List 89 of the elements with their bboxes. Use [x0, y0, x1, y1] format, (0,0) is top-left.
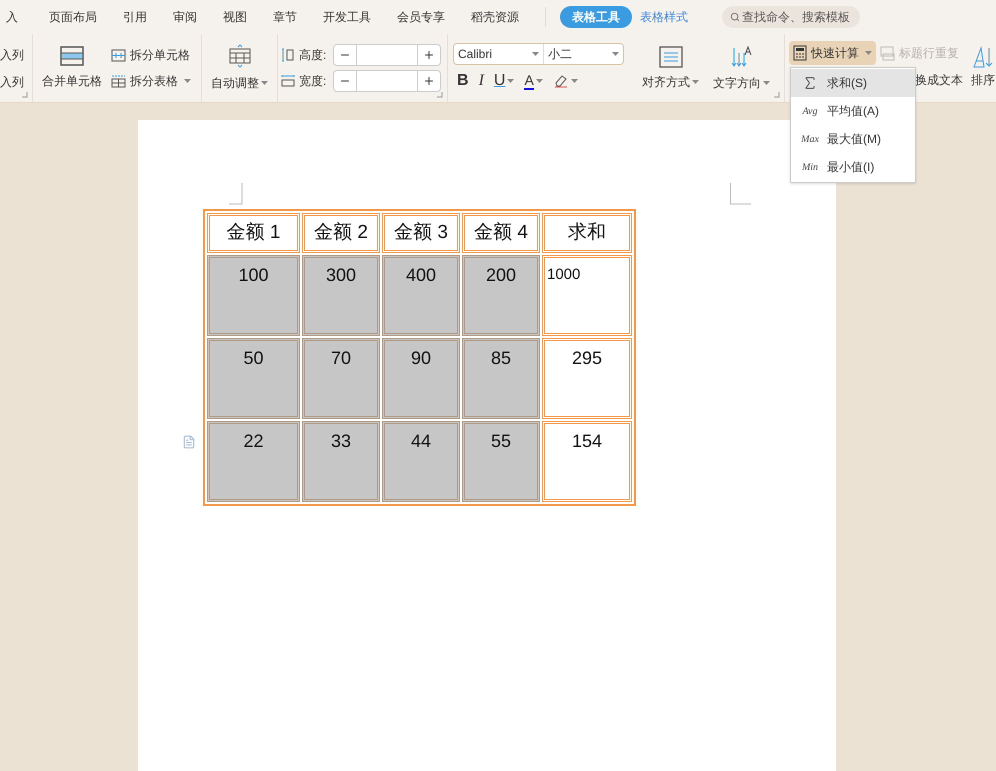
menu-tab[interactable]: 开发工具	[315, 8, 379, 26]
align-icon	[658, 46, 682, 68]
dialog-launcher-icon[interactable]	[774, 92, 780, 98]
margin-corner-mark	[229, 183, 243, 205]
search-field[interactable]: 查找命令、搜索模板	[722, 6, 860, 28]
table-cell: 22	[207, 421, 300, 502]
caret-icon	[536, 79, 543, 83]
dialog-launcher-icon[interactable]	[437, 92, 443, 98]
field-label: 高度:	[299, 47, 328, 64]
table-cell: 300	[302, 255, 380, 336]
table-cell: 154	[542, 421, 632, 502]
header-cell: 金额 2	[302, 213, 380, 253]
menu-tab[interactable]: 页面布局	[41, 8, 105, 26]
caret-icon	[507, 79, 514, 83]
header-cell: 金额 1	[207, 213, 300, 253]
sort-icon	[971, 45, 995, 69]
insert-column-button[interactable]: 入列	[0, 72, 32, 90]
header-cell: 金额 4	[462, 213, 540, 253]
table-cell: 400	[382, 255, 460, 336]
menu-tab[interactable]: 稻壳资源	[463, 8, 527, 26]
calculator-icon	[793, 45, 807, 61]
dialog-launcher-icon[interactable]	[22, 92, 28, 98]
table-cell: 85	[462, 338, 540, 419]
convert-to-text-button[interactable]: 换成文本	[915, 71, 963, 89]
menu-tab[interactable]: 入	[0, 8, 26, 26]
menu-tab[interactable]: 审阅	[165, 8, 205, 26]
text-direction-icon	[730, 44, 754, 68]
insert-column-button[interactable]: 入列	[0, 46, 32, 64]
header-cell: 求和	[542, 213, 632, 253]
caret-icon	[532, 52, 539, 56]
plus-icon	[423, 75, 435, 87]
auto-fit-button[interactable]: 自动调整	[211, 44, 268, 92]
search-icon	[730, 10, 740, 24]
split-table-icon	[111, 74, 126, 88]
table-cell: 55	[462, 421, 540, 502]
split-cells-button[interactable]: 拆分单元格	[111, 46, 191, 64]
caret-icon	[865, 51, 872, 55]
menu-tab[interactable]: 章节	[265, 8, 305, 26]
italic-button[interactable]: I	[478, 69, 484, 93]
quick-calc-button[interactable]: 快速计算	[789, 41, 876, 65]
menu-tab[interactable]: 视图	[215, 8, 255, 26]
height-field[interactable]	[333, 44, 441, 66]
caret-icon	[612, 52, 619, 56]
table-cell: 200	[462, 255, 540, 336]
table-cell: 100	[207, 255, 300, 336]
table-cell: 70	[302, 338, 380, 419]
split-cells-icon	[111, 48, 126, 62]
merge-cells-icon	[60, 46, 84, 66]
plus-icon	[423, 49, 435, 61]
bold-button[interactable]: B	[457, 69, 469, 93]
table-handle-icon[interactable]	[182, 435, 196, 449]
caret-icon	[261, 81, 268, 85]
caret-icon	[570, 79, 578, 83]
sort-button[interactable]: 排序	[971, 45, 995, 89]
margin-corner-mark	[730, 183, 752, 205]
caret-icon	[692, 80, 699, 84]
split-table-button[interactable]: 拆分表格	[111, 72, 191, 90]
caret-icon	[184, 79, 191, 83]
merge-cells-button[interactable]: 合并单元格	[41, 46, 103, 90]
table-cell: 90	[382, 338, 460, 419]
table-cell: 295	[542, 338, 632, 419]
font-name-dropdown[interactable]: Calibri	[454, 44, 544, 64]
font-color-button[interactable]: A	[524, 72, 543, 90]
alignment-button[interactable]: 对齐方式	[642, 46, 699, 90]
height-icon	[281, 48, 295, 62]
field-label: 宽度:	[299, 73, 328, 90]
caret-icon	[763, 80, 770, 84]
menu-tab[interactable]: 引用	[115, 8, 155, 26]
header-repeat-icon	[880, 46, 895, 60]
auto-fit-icon	[228, 44, 252, 68]
function-symbol: Max	[801, 132, 819, 146]
menu-tab[interactable]: 会员专享	[389, 8, 453, 26]
table-cell: 44	[382, 421, 460, 502]
menu-item[interactable]: Avg 平均值(A)	[791, 97, 915, 125]
menu-item[interactable]: Min 最小值(I)	[791, 153, 915, 181]
header-cell: 金额 3	[382, 213, 460, 253]
menu-item[interactable]: 求和(S)	[791, 69, 915, 97]
width-icon	[281, 74, 295, 88]
font-size-dropdown[interactable]: 小二	[544, 44, 623, 64]
table-cell: 1000	[542, 255, 632, 336]
text-direction-button[interactable]: 文字方向	[713, 44, 770, 92]
underline-button[interactable]: U	[494, 69, 514, 93]
table-cell: 50	[207, 338, 300, 419]
table-cell: 33	[302, 421, 380, 502]
function-symbol: Avg	[802, 104, 818, 118]
width-field[interactable]	[333, 70, 441, 92]
function-symbol: Min	[802, 160, 818, 174]
menu-item[interactable]: Max 最大值(M)	[791, 125, 915, 153]
eraser-icon[interactable]	[552, 74, 569, 88]
